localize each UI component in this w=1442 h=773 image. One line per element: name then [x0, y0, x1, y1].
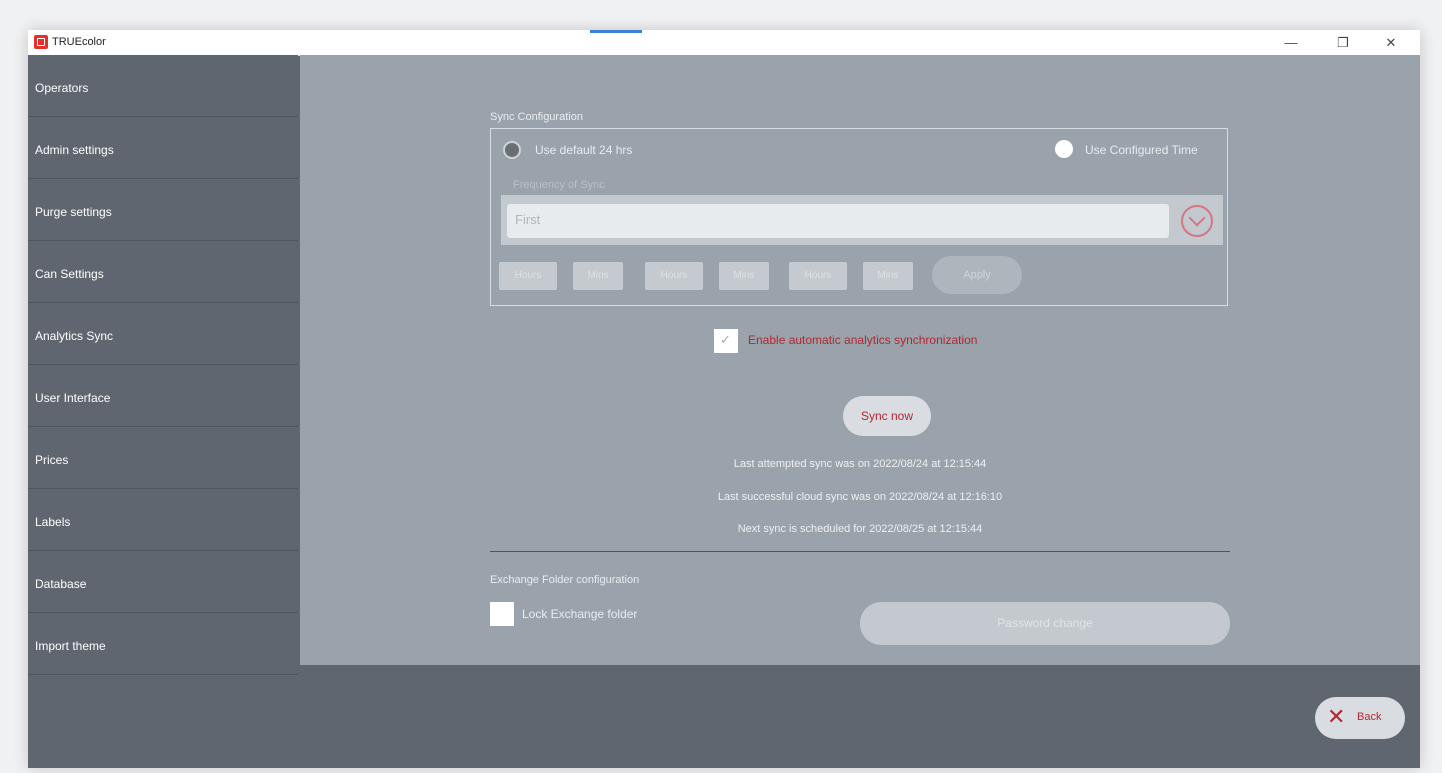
sidebar-item-database[interactable]: Database — [28, 551, 298, 613]
apply-button[interactable]: Apply — [932, 256, 1022, 294]
back-button-label: Back — [1357, 711, 1382, 723]
auto-sync-checkbox[interactable] — [714, 329, 738, 353]
hours-input-1[interactable]: Hours — [499, 262, 557, 290]
title-bar: TRUEcolor — ❐ ✕ — [28, 30, 1420, 56]
mins-input-2[interactable]: Mins — [719, 262, 769, 290]
maximize-button[interactable]: ❐ — [1320, 30, 1366, 55]
sidebar-item-prices[interactable]: Prices — [28, 427, 298, 489]
main-content: Sync Configuration Use default 24 hrs Us… — [300, 55, 1420, 665]
exchange-folder-title: Exchange Folder configuration — [490, 574, 640, 586]
lock-exchange-checkbox[interactable] — [490, 602, 514, 626]
sidebar: Operators Admin settings Purge settings … — [28, 55, 298, 695]
chevron-down-icon[interactable] — [1181, 205, 1213, 237]
sync-config-panel: Use default 24 hrs Use Configured Time F… — [490, 128, 1228, 306]
next-sync-text: Next sync is scheduled for 2022/08/25 at… — [737, 523, 983, 535]
sidebar-item-analytics-sync[interactable]: Analytics Sync — [28, 303, 298, 365]
radio-default-label: Use default 24 hrs — [535, 143, 633, 157]
app-window: TRUEcolor — ❐ ✕ Operators Admin settings… — [28, 30, 1420, 768]
radio-configured-time[interactable] — [1055, 140, 1073, 158]
app-logo-icon — [34, 35, 48, 49]
hours-input-2[interactable]: Hours — [645, 262, 703, 290]
sidebar-item-can-settings[interactable]: Can Settings — [28, 241, 298, 303]
sidebar-item-purge-settings[interactable]: Purge settings — [28, 179, 298, 241]
sync-config-title: Sync Configuration — [490, 111, 583, 123]
lock-exchange-label: Lock Exchange folder — [522, 607, 638, 621]
auto-sync-label: Enable automatic analytics synchronizati… — [748, 333, 978, 347]
radio-configured-label: Use Configured Time — [1085, 143, 1198, 157]
frequency-label: Frequency of Sync — [513, 179, 605, 191]
sidebar-item-import-theme[interactable]: Import theme — [28, 613, 298, 675]
minimize-button[interactable]: — — [1268, 30, 1314, 55]
mins-input-3[interactable]: Mins — [863, 262, 913, 290]
frequency-value[interactable]: First — [507, 204, 1169, 238]
close-x-icon: ✕ — [1327, 704, 1346, 729]
last-attempted-sync-text: Last attempted sync was on 2022/08/24 at… — [733, 458, 987, 470]
close-window-button[interactable]: ✕ — [1368, 30, 1414, 55]
sidebar-item-admin-settings[interactable]: Admin settings — [28, 117, 298, 179]
title-accent-bar — [590, 30, 642, 33]
sidebar-item-labels[interactable]: Labels — [28, 489, 298, 551]
sidebar-item-operators[interactable]: Operators — [28, 55, 298, 117]
radio-default-24h[interactable] — [503, 141, 521, 159]
hours-input-3[interactable]: Hours — [789, 262, 847, 290]
password-change-button[interactable]: Password change — [860, 602, 1230, 645]
last-successful-sync-text: Last successful cloud sync was on 2022/0… — [717, 491, 1003, 503]
sync-now-button[interactable]: Sync now — [843, 396, 931, 436]
window-title: TRUEcolor — [52, 36, 106, 48]
mins-input-1[interactable]: Mins — [573, 262, 623, 290]
sidebar-item-user-interface[interactable]: User Interface — [28, 365, 298, 427]
section-divider — [490, 551, 1230, 552]
frequency-dropdown[interactable]: First — [501, 195, 1223, 245]
back-button[interactable]: ✕ Back — [1315, 697, 1405, 739]
